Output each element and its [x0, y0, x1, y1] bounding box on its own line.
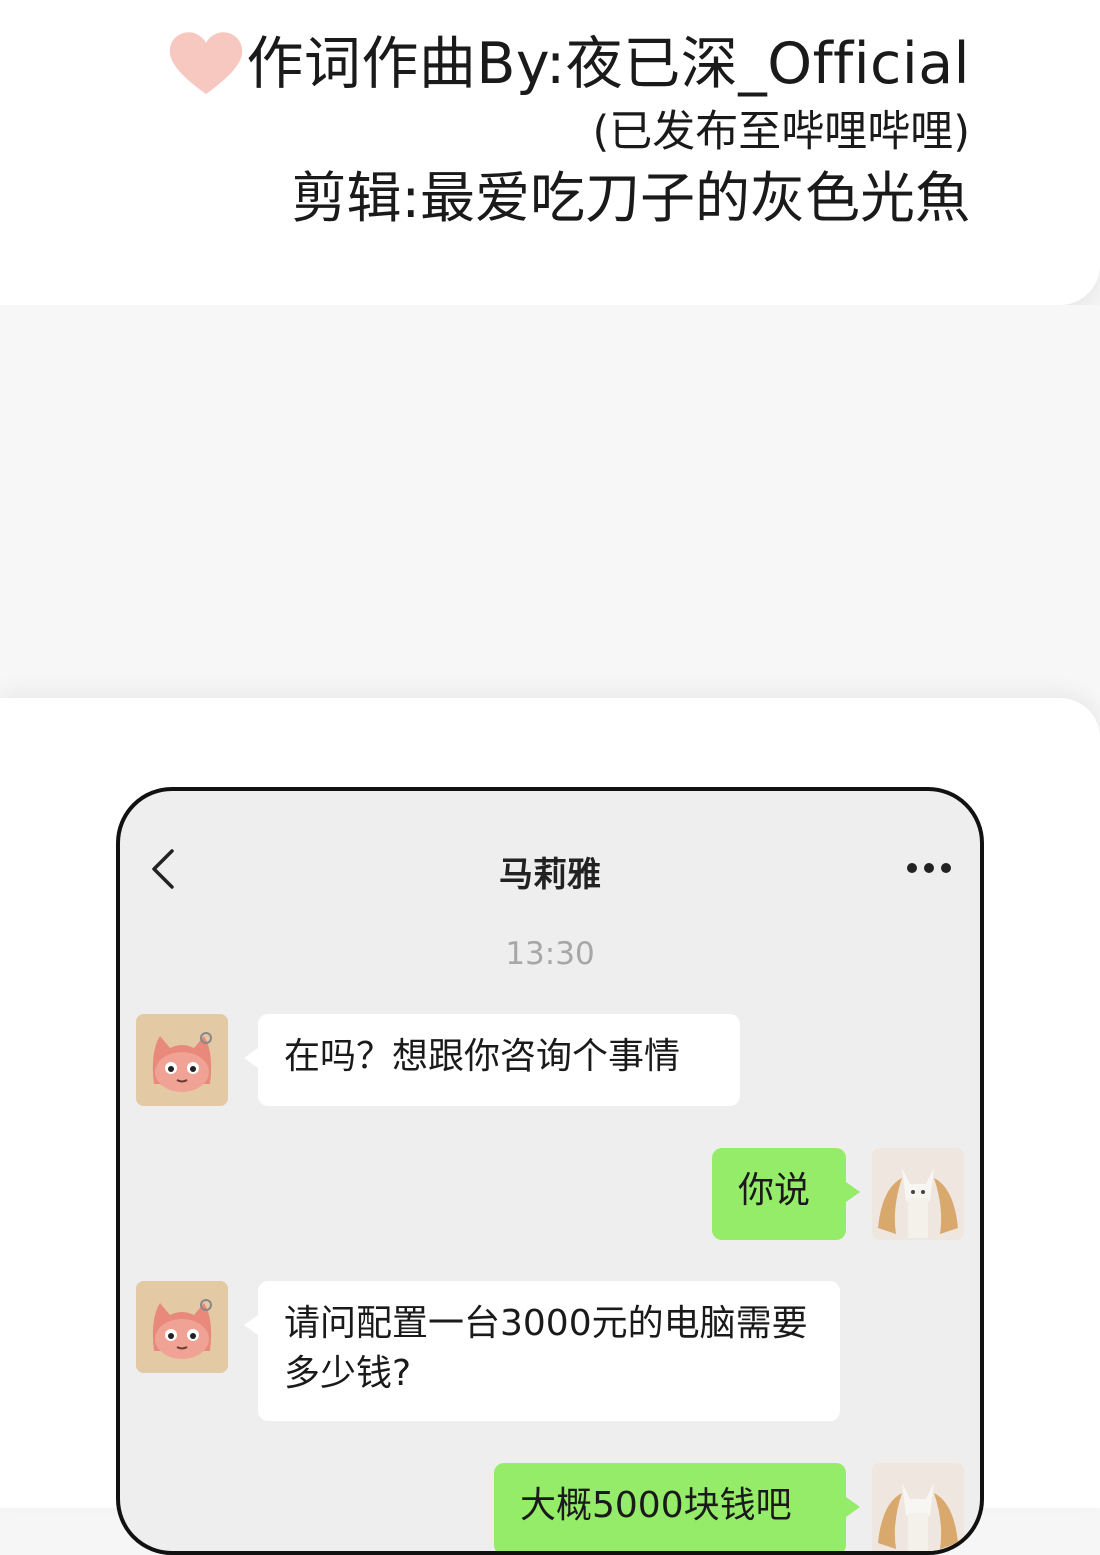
self-avatar[interactable]: [872, 1148, 964, 1240]
fox-avatar-icon: [872, 1463, 964, 1551]
self-avatar[interactable]: [872, 1463, 964, 1551]
phone-frame: 马莉雅 13:30 在吗？想跟你咨询个事情 你说 请问配置一台3000元的电脑需…: [116, 787, 984, 1555]
chat-header: 马莉雅: [120, 791, 980, 941]
message-bubble-incoming[interactable]: 请问配置一台3000元的电脑需要多少钱?: [244, 1281, 840, 1421]
credit-composer: 作词作曲By:夜已深_Official: [246, 31, 970, 97]
message-timestamp: 13:30: [505, 936, 595, 972]
credits-card: 作词作曲By:夜已深_Official (已发布至哔哩哔哩) 剪辑:最爱吃刀子的…: [0, 0, 1100, 305]
message-text: 在吗？想跟你咨询个事情: [284, 1036, 681, 1077]
heart-icon: [169, 32, 243, 94]
message-text: 你说: [738, 1170, 811, 1211]
contact-avatar[interactable]: [136, 1014, 228, 1106]
message-text: 大概5000块钱吧: [520, 1485, 792, 1526]
blank-gap: [0, 305, 1100, 700]
credit-published: (已发布至哔哩哔哩): [592, 107, 970, 157]
cat-avatar-icon: [136, 1281, 228, 1373]
cat-avatar-icon: [136, 1014, 228, 1106]
contact-avatar[interactable]: [136, 1281, 228, 1373]
credit-editor: 剪辑:最爱吃刀子的灰色光魚: [291, 166, 970, 230]
chat-title: 马莉雅: [499, 855, 601, 895]
credits-text: 作词作曲By:夜已深_Official (已发布至哔哩哔哩) 剪辑:最爱吃刀子的…: [246, 30, 970, 232]
message-bubble-outgoing[interactable]: 大概5000块钱吧: [494, 1463, 860, 1551]
message-bubble-outgoing[interactable]: 你说: [712, 1148, 860, 1240]
message-bubble-incoming[interactable]: 在吗？想跟你咨询个事情: [244, 1014, 740, 1106]
fox-avatar-icon: [872, 1148, 964, 1240]
message-text: 请问配置一台3000元的电脑需要多少钱?: [284, 1303, 808, 1394]
more-dots-icon[interactable]: [904, 853, 954, 883]
